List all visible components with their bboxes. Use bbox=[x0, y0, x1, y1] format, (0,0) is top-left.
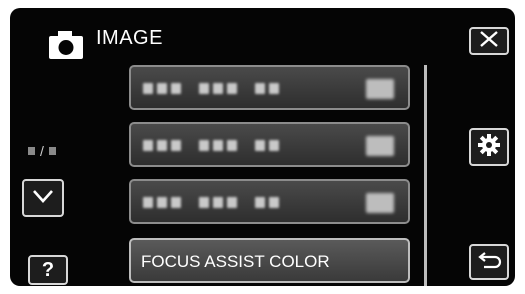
menu-item-3[interactable] bbox=[129, 179, 410, 224]
menu-item-focus-assist-color[interactable]: FOCUS ASSIST COLOR bbox=[129, 238, 410, 283]
scrollbar[interactable] bbox=[424, 65, 427, 286]
help-button[interactable]: ? bbox=[28, 255, 68, 285]
close-button[interactable] bbox=[469, 27, 509, 55]
gear-icon bbox=[477, 133, 501, 162]
menu-item-label-blurred bbox=[143, 82, 279, 95]
menu-item-value-blurred bbox=[366, 193, 394, 213]
menu-item-label-blurred bbox=[143, 139, 279, 152]
settings-button[interactable] bbox=[469, 128, 509, 166]
menu-item-label: FOCUS ASSIST COLOR bbox=[141, 252, 330, 271]
help-label: ? bbox=[41, 258, 55, 281]
menu-header: IMAGE bbox=[10, 8, 515, 70]
menu-item-2[interactable] bbox=[129, 122, 410, 167]
return-icon bbox=[476, 249, 502, 276]
back-button[interactable] bbox=[469, 244, 509, 280]
page-title: IMAGE bbox=[96, 27, 163, 49]
menu-item-value-blurred bbox=[366, 79, 394, 99]
camera-menu-screen: IMAGE FOCUS ASSIST COLOR / ? bbox=[10, 8, 515, 286]
camera-icon bbox=[48, 30, 84, 60]
chevron-down-icon bbox=[32, 188, 54, 209]
menu-item-value-blurred bbox=[366, 136, 394, 156]
total-pages-blurred bbox=[48, 147, 56, 155]
menu-item-1[interactable] bbox=[129, 65, 410, 110]
scroll-down-button[interactable] bbox=[22, 179, 64, 217]
menu-item-label-blurred bbox=[143, 196, 279, 209]
current-page-blurred bbox=[28, 147, 35, 155]
page-indicator: / bbox=[28, 143, 56, 159]
close-icon bbox=[478, 30, 500, 53]
